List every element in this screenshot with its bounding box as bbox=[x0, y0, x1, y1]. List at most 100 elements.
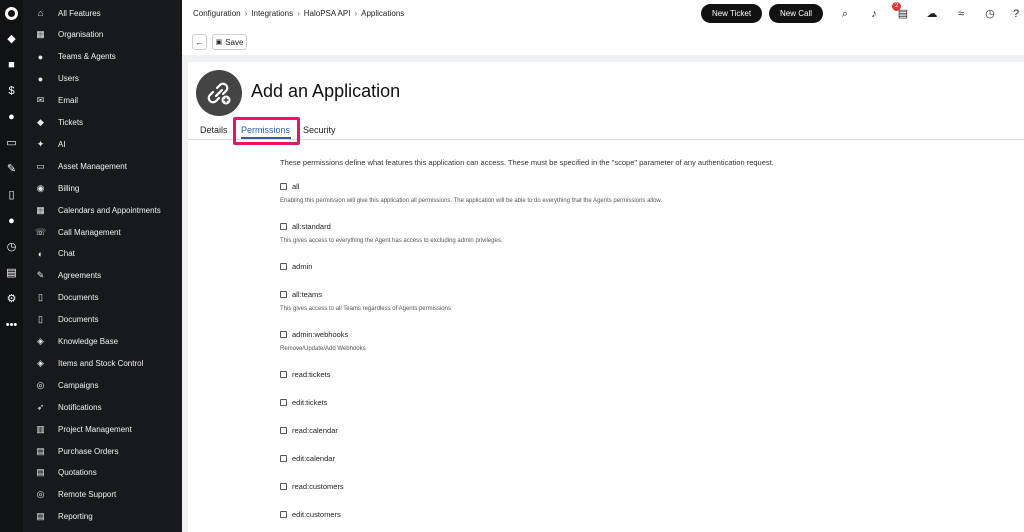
campaign-icon: ◎ bbox=[36, 379, 45, 390]
sidebar-item-label: Asset Management bbox=[58, 161, 127, 171]
sidebar-item[interactable]: ▤ Reporting bbox=[23, 506, 182, 528]
logo-icon[interactable] bbox=[5, 7, 18, 20]
bell-icon[interactable]: ♪ bbox=[867, 7, 881, 21]
sidebar-item[interactable]: ◈ Items and Stock Control bbox=[23, 352, 182, 374]
sidebar-item[interactable]: ● Teams & Agents bbox=[23, 46, 182, 68]
sidebar-item[interactable]: ▯ Documents bbox=[23, 287, 182, 309]
permission-checkbox[interactable] bbox=[280, 510, 287, 518]
laptop-icon[interactable]: ▭ bbox=[0, 137, 23, 149]
help-icon[interactable]: ? bbox=[1009, 7, 1023, 21]
sidebar-item[interactable]: ✉ Email bbox=[23, 90, 182, 112]
sidebar-item[interactable]: ▤ Purchase Orders bbox=[23, 440, 182, 462]
chat-icon: ◐ bbox=[37, 248, 44, 259]
permission-checkbox[interactable] bbox=[280, 370, 287, 378]
back-button[interactable]: ← bbox=[192, 34, 207, 50]
sidebar-item[interactable]: ◎ Campaigns bbox=[23, 374, 182, 396]
sidebar-item[interactable]: ▤ Quotations bbox=[23, 462, 182, 484]
rss-icon[interactable]: ≈ bbox=[954, 7, 968, 21]
money-bag-icon: ◉ bbox=[36, 182, 45, 193]
permission-checkbox[interactable] bbox=[280, 482, 287, 490]
sidebar-item[interactable]: ☏ Call Management bbox=[23, 221, 182, 243]
permission-checkbox[interactable] bbox=[280, 222, 287, 230]
money-bag-icon[interactable]: ● bbox=[0, 215, 23, 227]
permission-name: read:customers bbox=[292, 481, 344, 491]
sidebar-item-label: Email bbox=[58, 96, 79, 106]
permission-item: all:standard This gives access to everyth… bbox=[280, 220, 502, 244]
more-icon[interactable]: ••• bbox=[0, 319, 23, 331]
permission-item: read:calendar bbox=[280, 424, 338, 436]
sidebar-item[interactable]: ✎ Agreements bbox=[23, 265, 182, 287]
sidebar: ⌂ All Features ▦ Organisation ● Teams & Agent… bbox=[23, 0, 182, 532]
new-ticket-button[interactable]: New Ticket bbox=[701, 4, 762, 23]
sidebar-item-label: Users bbox=[58, 74, 79, 84]
clock-icon[interactable]: ◷ bbox=[0, 241, 23, 253]
ticket-icon[interactable]: ◆ bbox=[0, 33, 23, 45]
permission-description: This gives access to everything the Agen… bbox=[280, 238, 503, 244]
report-icon[interactable]: ▤ bbox=[0, 267, 23, 279]
sidebar-item[interactable]: ➶ Notifications bbox=[23, 396, 182, 418]
sidebar-item[interactable]: ◆ Tickets bbox=[23, 112, 182, 134]
permission-item: all:teams This gives access to all Teams … bbox=[280, 288, 451, 312]
permission-name: all:teams bbox=[292, 289, 323, 299]
sidebar-item[interactable]: ▯ Documents bbox=[23, 309, 182, 331]
sidebar-item-label: Items and Stock Control bbox=[58, 358, 144, 368]
sidebar-item[interactable]: ▦ Organisation bbox=[23, 24, 182, 46]
sidebar-item[interactable]: ▦ Calendars and Appointments bbox=[23, 199, 182, 221]
briefcase-icon[interactable]: ■ bbox=[0, 59, 23, 71]
user-icon: ● bbox=[37, 51, 44, 62]
sidebar-item-label: Reporting bbox=[58, 512, 93, 522]
sidebar-item-label: All Features bbox=[58, 8, 101, 18]
permission-checkbox[interactable] bbox=[280, 262, 287, 270]
purchase-order-icon: ▤ bbox=[36, 445, 45, 456]
search-icon[interactable]: ⌕ bbox=[838, 7, 852, 21]
sidebar-item[interactable]: ▥ Project Management bbox=[23, 418, 182, 440]
dollar-icon[interactable]: $ bbox=[0, 85, 23, 97]
permission-checkbox[interactable] bbox=[280, 426, 287, 434]
breadcrumb-item: Applications bbox=[361, 9, 405, 18]
breadcrumb-item[interactable]: HaloPSA API bbox=[304, 9, 351, 18]
tab-security[interactable]: Security bbox=[303, 125, 336, 135]
save-button[interactable]: ▣ Save bbox=[212, 34, 247, 50]
breadcrumb-item[interactable]: Integrations bbox=[251, 9, 293, 18]
permission-checkbox[interactable] bbox=[280, 330, 287, 338]
permission-checkbox[interactable] bbox=[280, 182, 287, 190]
sidebar-item-label: Call Management bbox=[58, 227, 121, 237]
permission-name: read:calendar bbox=[292, 425, 338, 435]
sidebar-item-label: Chat bbox=[58, 249, 75, 259]
stock-icon: ◈ bbox=[37, 357, 44, 368]
tab-details[interactable]: Details bbox=[200, 125, 228, 135]
permission-checkbox[interactable] bbox=[280, 290, 287, 298]
sidebar-item[interactable]: ● Users bbox=[23, 68, 182, 90]
quote-icon: ▤ bbox=[36, 467, 45, 478]
permission-name: edit:tickets bbox=[292, 397, 328, 407]
sidebar-item[interactable]: ◉ Billing bbox=[23, 177, 182, 199]
sidebar-item[interactable]: ▭ Asset Management bbox=[23, 155, 182, 177]
document-icon[interactable]: ▯ bbox=[0, 189, 23, 201]
user-icon[interactable]: ● bbox=[0, 111, 23, 123]
new-call-button[interactable]: New Call bbox=[769, 4, 823, 23]
ticket-icon: ◆ bbox=[37, 117, 44, 127]
cloud-icon[interactable]: ☁ bbox=[925, 7, 939, 21]
sidebar-item[interactable]: ◐ Chat bbox=[23, 243, 182, 265]
sidebar-item[interactable]: ◎ Remote Support bbox=[23, 484, 182, 506]
main-content: Add an Application Details Permissions S… bbox=[188, 62, 1024, 532]
settings-icon[interactable]: ⚙ bbox=[0, 293, 23, 305]
breadcrumb-item[interactable]: Configuration bbox=[193, 9, 241, 18]
permission-checkbox[interactable] bbox=[280, 398, 287, 406]
permission-description: Remove/Update/Add Webhooks bbox=[280, 346, 366, 352]
sidebar-item[interactable]: ⌂ All Features bbox=[23, 2, 182, 24]
permission-name: admin:webhooks bbox=[292, 329, 349, 339]
permission-checkbox[interactable] bbox=[280, 454, 287, 462]
save-label: Save bbox=[225, 37, 244, 47]
edit-icon[interactable]: ✎ bbox=[0, 163, 23, 175]
tab-permissions[interactable]: Permissions bbox=[241, 125, 290, 135]
permission-name: edit:calendar bbox=[292, 453, 335, 463]
history-icon[interactable]: ◷ bbox=[983, 7, 997, 21]
notification-badge: 2 bbox=[892, 2, 901, 11]
application-avatar bbox=[196, 70, 242, 116]
sidebar-item[interactable]: ◈ Knowledge Base bbox=[23, 331, 182, 353]
tab-bar: Details Permissions Security bbox=[188, 122, 1024, 140]
sidebar-item-label: Knowledge Base bbox=[58, 337, 119, 346]
page-title: Add an Application bbox=[251, 81, 401, 101]
sidebar-item[interactable]: ✦ AI bbox=[23, 133, 182, 155]
